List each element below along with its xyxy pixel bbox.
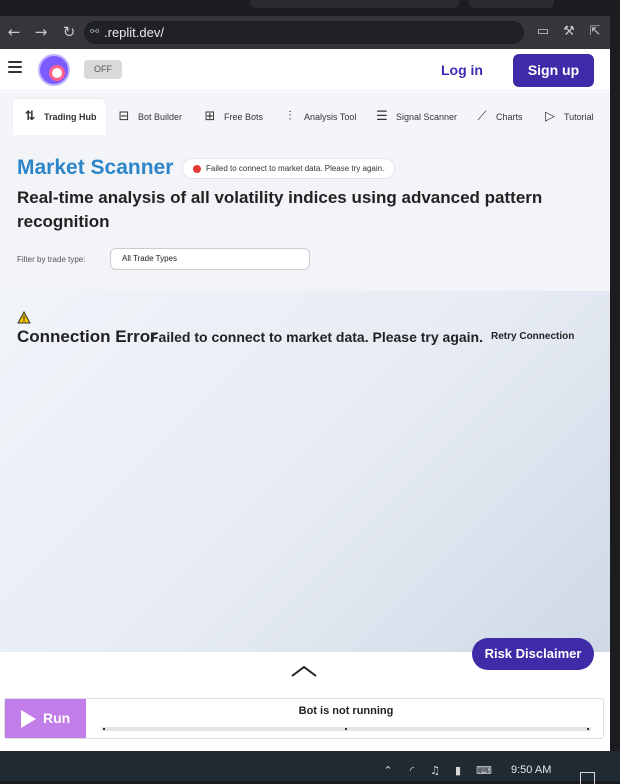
tab-label: Free Bots [224,112,264,122]
line-chart-icon: ⟋ [477,109,487,124]
tab-label: Charts [496,112,523,122]
scanner-header: Market Scanner Failed to connect to mark… [0,138,610,291]
reload-icon[interactable]: ↻ [59,22,79,42]
tab-label: Bot Builder [138,112,183,122]
tab-analysis-tool[interactable]: ⫶ Analysis Tool [282,99,356,135]
bot-builder-icon: ⊟ [118,109,130,124]
filter-label: Filter by trade type: [17,255,86,264]
tab-signal-scanner[interactable]: ☰ Signal Scanner [374,99,457,135]
browser-tab-strip [0,0,620,16]
status-badge-text: Failed to connect to market data. Please… [206,164,385,173]
wifi-icon[interactable]: ◜ [405,764,419,778]
run-label: Run [43,710,71,726]
status-badge: Failed to connect to market data. Please… [182,158,396,179]
address-bar-url[interactable]: .replit.dev/ [104,25,164,40]
browser-tab[interactable] [250,0,460,8]
retry-connection-button[interactable]: Retry Connection [491,331,574,342]
devices-icon[interactable]: ▭ [534,23,552,41]
bottom-panel: Risk Disclaimer Run Bot is not running [0,638,610,751]
error-dot-icon [193,165,201,173]
browser-tab[interactable] [468,0,554,8]
signup-button[interactable]: Sign up [513,54,594,87]
sliders-icon: ⫶ [288,109,292,124]
error-heading: Connection Error [17,327,157,346]
window-frame-edge [610,16,620,751]
keyboard-icon[interactable]: ⌨ [476,764,492,778]
battery-icon[interactable]: ▮ [451,764,465,778]
taskbar: ⌃ ◜ ♫ ▮ ⌨ 9:50 AM [0,751,620,784]
tab-bot-builder[interactable]: ⊟ Bot Builder [116,99,182,135]
notification-icon[interactable] [580,772,595,784]
tab-free-bots[interactable]: ⊞ Free Bots [202,99,263,135]
progress-step-dot [103,728,105,730]
page-subtitle: Real-time analysis of all volatility ind… [17,188,543,231]
tab-charts[interactable]: ⟋ Charts [474,99,523,135]
play-box-icon: ▷ [545,109,555,124]
open-external-icon[interactable]: ⇱ [586,23,604,41]
progress-step-dot [345,728,347,730]
page-title: Market Scanner [17,156,174,179]
site-logo[interactable] [38,54,70,86]
tab-label: Signal Scanner [396,112,458,122]
back-arrow-icon[interactable]: ← [4,22,24,42]
run-button[interactable]: Run [5,699,86,738]
bot-status: Bot is not running [298,705,394,717]
off-toggle[interactable]: OFF [84,60,122,79]
warning-icon [17,311,31,324]
swap-arrows-icon: ⇅ [24,109,36,124]
progress-step-dot [587,728,589,730]
tab-label: Tutorial [564,112,594,122]
trade-type-select[interactable]: All Trade Types [110,248,310,270]
tab-label: Analysis Tool [304,112,357,122]
list-icon: ☰ [376,109,388,124]
risk-disclaimer-button[interactable]: Risk Disclaimer [472,638,594,670]
error-panel: Connection Error Failed to connect to ma… [0,291,610,652]
tab-tutorial[interactable]: ▷ Tutorial [542,99,594,135]
bot-progress-track [101,727,591,731]
login-button[interactable]: Log in [432,57,492,83]
chevron-up-icon[interactable]: ⌃ [381,764,395,778]
link-icon[interactable]: ⚯ [90,25,104,39]
web-page: OFF Log in Sign up ⇅ Trading Hub ⊟ Bot B… [0,49,610,751]
address-bar[interactable]: ⚯ .replit.dev/ [84,21,524,44]
run-bar: Run Bot is not running [4,698,604,739]
browser-toolbar: ← → ↻ ⚯ .replit.dev/ ▭ ⚒ ⇱ [0,16,620,49]
hamburger-menu-icon[interactable] [8,61,22,75]
chevron-up-icon[interactable] [290,664,318,678]
taskbar-clock[interactable]: 9:50 AM [511,764,551,776]
tab-trading-hub[interactable]: ⇅ Trading Hub [13,99,106,135]
wrench-icon[interactable]: ⚒ [560,23,578,41]
forward-arrow-icon[interactable]: → [31,22,51,42]
error-message: Failed to connect to market data. Please… [150,329,483,345]
tab-label: Trading Hub [44,112,97,122]
play-icon [21,710,36,728]
volume-icon[interactable]: ♫ [428,764,442,778]
nav-tabs: ⇅ Trading Hub ⊟ Bot Builder ⊞ Free Bots … [0,92,610,138]
site-header: OFF Log in Sign up [0,49,610,91]
grid-plus-icon: ⊞ [204,109,216,124]
